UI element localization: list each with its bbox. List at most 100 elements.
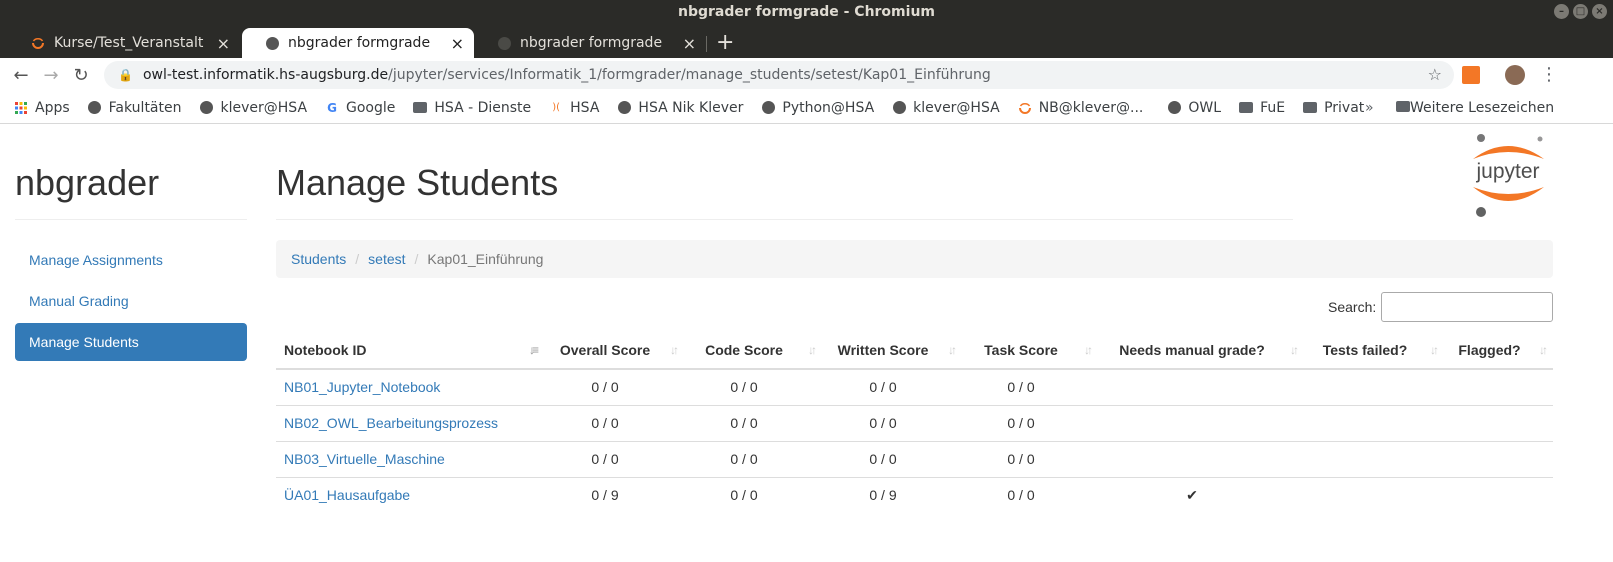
tab-nbgrader-active[interactable]: nbgrader formgrade ×	[242, 28, 474, 58]
bookmark-hsa-dienste[interactable]: HSA - Dienste	[413, 100, 531, 116]
breadcrumb: Students / setest / Kap01_Einführung	[276, 240, 1553, 278]
notebook-link[interactable]: NB03_Virtuelle_Maschine	[284, 451, 445, 467]
cell-notebook-id: NB03_Virtuelle_Maschine	[276, 441, 544, 478]
folder-icon	[1396, 100, 1410, 116]
sort-icon[interactable]: ↓↑	[948, 343, 957, 357]
bookmark-nb-klever[interactable]: NB@klever@...	[1018, 100, 1143, 116]
cell-tests-failed	[1304, 441, 1444, 478]
bookmark-klever-hsa-2[interactable]: klever@HSA	[892, 100, 1000, 116]
bookmark-other-folder[interactable]: Weitere Lesezeichen	[1396, 100, 1554, 116]
cell-overall-score: 0 / 0	[544, 405, 684, 442]
bookmark-fakultaeten[interactable]: Fakultäten	[88, 100, 182, 116]
folder-icon	[1239, 101, 1254, 115]
lock-icon[interactable]: 🔒	[118, 68, 133, 82]
globe-icon	[88, 101, 102, 115]
bookmark-privat[interactable]: Privat	[1303, 100, 1364, 116]
tab-kurse[interactable]: Kurse/Test_Veranstaltung ×	[8, 28, 240, 58]
sort-icon[interactable]: ↓↑	[1084, 343, 1093, 357]
tab-close-icon[interactable]: ×	[451, 34, 464, 53]
bookmark-owl[interactable]: OWL	[1167, 100, 1221, 116]
bookmark-python-hsa[interactable]: Python@HSA	[761, 100, 874, 116]
cell-code-score: 0 / 0	[730, 487, 758, 504]
col-needs-manual-grade[interactable]: Needs manual grade? ↓↑	[1098, 331, 1304, 370]
cell-flagged	[1444, 369, 1553, 406]
extension-icon[interactable]	[1462, 66, 1480, 84]
bookmark-fue[interactable]: FuE	[1239, 100, 1285, 116]
notebooks-table: Notebook ID ↓≡ Overall Score ↓↑ Code Score…	[276, 331, 1553, 513]
bookmark-star-icon[interactable]: ☆	[1428, 65, 1442, 84]
bookmark-google[interactable]: G Google	[325, 100, 395, 116]
col-tests-failed[interactable]: Tests failed? ↓↑	[1304, 331, 1444, 370]
cell-tests-failed	[1304, 369, 1444, 406]
back-icon[interactable]: ←	[6, 65, 36, 86]
cell-code-score: 0 / 0	[684, 405, 822, 442]
col-code-score[interactable]: Code Score ↓↑	[684, 331, 822, 370]
url-path: /jupyter/services/Informatik_1/formgrade…	[388, 67, 991, 83]
forward-icon[interactable]: →	[36, 65, 66, 86]
sort-icon[interactable]: ↓↑	[1430, 343, 1439, 357]
cell-task-score: 0 / 0	[962, 369, 1098, 406]
breadcrumb-students[interactable]: Students	[291, 251, 346, 267]
cell-task-score: 0 / 0	[962, 441, 1098, 478]
nav-manage-assignments[interactable]: Manage Assignments	[15, 241, 247, 279]
globe-icon	[617, 101, 631, 115]
page-content: nbgrader Manage Assignments Manual Gradi…	[0, 124, 1613, 562]
tab-close-icon[interactable]: ×	[217, 34, 230, 53]
sort-asc-icon[interactable]: ↓≡	[529, 343, 539, 357]
sort-icon[interactable]: ↓↑	[1290, 343, 1299, 357]
table-header-row: Notebook ID ↓≡ Overall Score ↓↑ Code Score…	[276, 331, 1553, 370]
col-notebook-id[interactable]: Notebook ID ↓≡	[276, 331, 544, 370]
profile-avatar[interactable]	[1505, 65, 1525, 85]
address-bar[interactable]: 🔒 owl-test.informatik.hs-augsburg.de/jup…	[104, 61, 1454, 89]
cell-written-score: 0 / 0	[822, 369, 962, 406]
col-flagged[interactable]: Flagged? ↓↑	[1444, 331, 1553, 370]
sort-icon[interactable]: ↓↑	[670, 343, 679, 357]
close-window-icon[interactable]: ×	[1592, 4, 1607, 19]
jupyter-favicon-icon	[30, 35, 46, 51]
bookmarks-overflow-icon[interactable]: »	[1365, 100, 1374, 116]
bookmark-apps[interactable]: Apps	[14, 100, 70, 116]
notebook-link[interactable]: NB02_OWL_Bearbeitungsprozess	[284, 415, 498, 431]
bookmark-hsa[interactable]: )(HSA	[549, 100, 599, 116]
reload-icon[interactable]: ↻	[66, 65, 96, 86]
cell-needs-manual-grade	[1098, 369, 1304, 406]
table-row: NB03_Virtuelle_Maschine 0 / 0 0 / 0 0 / …	[276, 441, 1553, 478]
table-row: NB01_Jupyter_Notebook 0 / 0 0 / 0 0 / 0 …	[276, 369, 1553, 406]
col-overall-score[interactable]: Overall Score ↓↑	[544, 331, 684, 370]
new-tab-icon[interactable]: +	[716, 30, 734, 55]
tab-close-icon[interactable]: ×	[683, 34, 696, 53]
menu-icon[interactable]: ⋮	[1540, 64, 1558, 85]
tab-nbgrader[interactable]: nbgrader formgrade ×	[474, 28, 706, 58]
app-brand: nbgrader	[15, 162, 160, 203]
breadcrumb-separator: /	[355, 251, 360, 267]
cell-tests-failed	[1304, 477, 1444, 513]
nav-manage-students[interactable]: Manage Students	[15, 323, 247, 361]
col-written-score[interactable]: Written Score ↓↑	[822, 331, 962, 370]
notebook-link[interactable]: ÜA01_Hausaufgabe	[284, 487, 410, 503]
page-title: Manage Students	[276, 162, 559, 203]
search-input[interactable]	[1381, 292, 1553, 322]
table-row: NB02_OWL_Bearbeitungsprozess 0 / 0 0 / 0…	[276, 405, 1553, 442]
cell-overall-score: 0 / 0	[544, 441, 684, 478]
cell-needs-manual-grade	[1098, 441, 1304, 478]
sort-icon[interactable]: ↓↑	[1539, 343, 1548, 357]
browser-toolbar: ← → ↻ 🔒 owl-test.informatik.hs-augsburg.…	[0, 58, 1613, 92]
sort-icon[interactable]: ↓↑	[808, 343, 817, 357]
bookmark-klever-hsa[interactable]: klever@HSA	[200, 100, 307, 116]
notebook-link[interactable]: NB01_Jupyter_Notebook	[284, 379, 440, 395]
window-controls: – □ ×	[1554, 4, 1607, 19]
tab-separator	[706, 36, 707, 52]
table-row: ÜA01_Hausaufgabe 0 / 9 0 / 0 0 / 9 0 / 0…	[276, 477, 1553, 513]
globe-icon	[761, 101, 775, 115]
minimize-icon[interactable]: –	[1554, 4, 1569, 19]
bookmark-hsa-nik-klever[interactable]: HSA Nik Klever	[617, 100, 743, 116]
nav-manual-grading[interactable]: Manual Grading	[15, 282, 247, 320]
url-host: owl-test.informatik.hs-augsburg.de	[142, 67, 389, 83]
search-label: Search:	[1328, 299, 1377, 315]
breadcrumb-setest[interactable]: setest	[368, 251, 405, 267]
col-task-score[interactable]: Task Score ↓↑	[962, 331, 1098, 370]
cell-written-score: 0 / 0	[822, 441, 962, 478]
cell-flagged	[1444, 441, 1553, 478]
divider	[276, 219, 1293, 220]
maximize-icon[interactable]: □	[1573, 4, 1588, 19]
